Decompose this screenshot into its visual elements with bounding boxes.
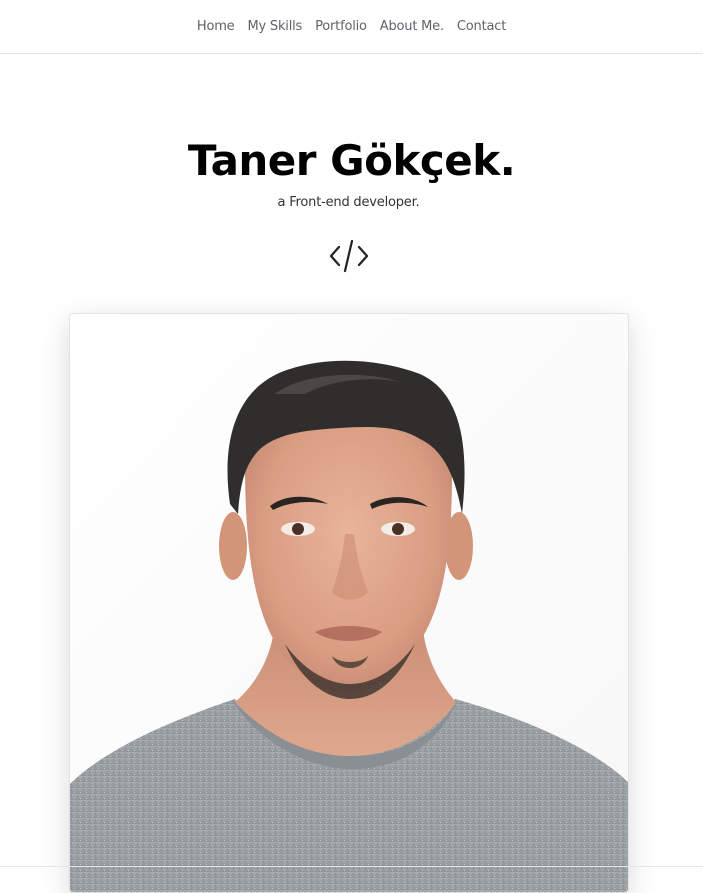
nav-link-contact[interactable]: Contact xyxy=(457,19,506,34)
hero-title: Taner Gökçek. xyxy=(187,136,516,185)
nav-item-about-me: About Me. xyxy=(380,17,444,35)
nav-item-contact: Contact xyxy=(457,17,506,35)
hero-subtitle: a Front-end developer. xyxy=(277,195,420,210)
code-icon xyxy=(329,239,369,273)
top-navbar: Home My Skills Portfolio About Me. Conta… xyxy=(0,0,703,54)
nav-item-home: Home xyxy=(197,17,235,35)
nav-menu: Home My Skills Portfolio About Me. Conta… xyxy=(0,17,703,35)
nav-item-my-skills: My Skills xyxy=(247,17,302,35)
nav-link-home[interactable]: Home xyxy=(197,19,235,34)
portrait-photo xyxy=(70,314,628,892)
nav-link-about-me[interactable]: About Me. xyxy=(380,19,444,34)
section-divider xyxy=(0,866,703,867)
profile-photo-card xyxy=(69,313,629,893)
nav-link-my-skills[interactable]: My Skills xyxy=(247,19,302,34)
nav-link-portfolio[interactable]: Portfolio xyxy=(315,19,367,34)
nav-item-portfolio: Portfolio xyxy=(315,17,367,35)
